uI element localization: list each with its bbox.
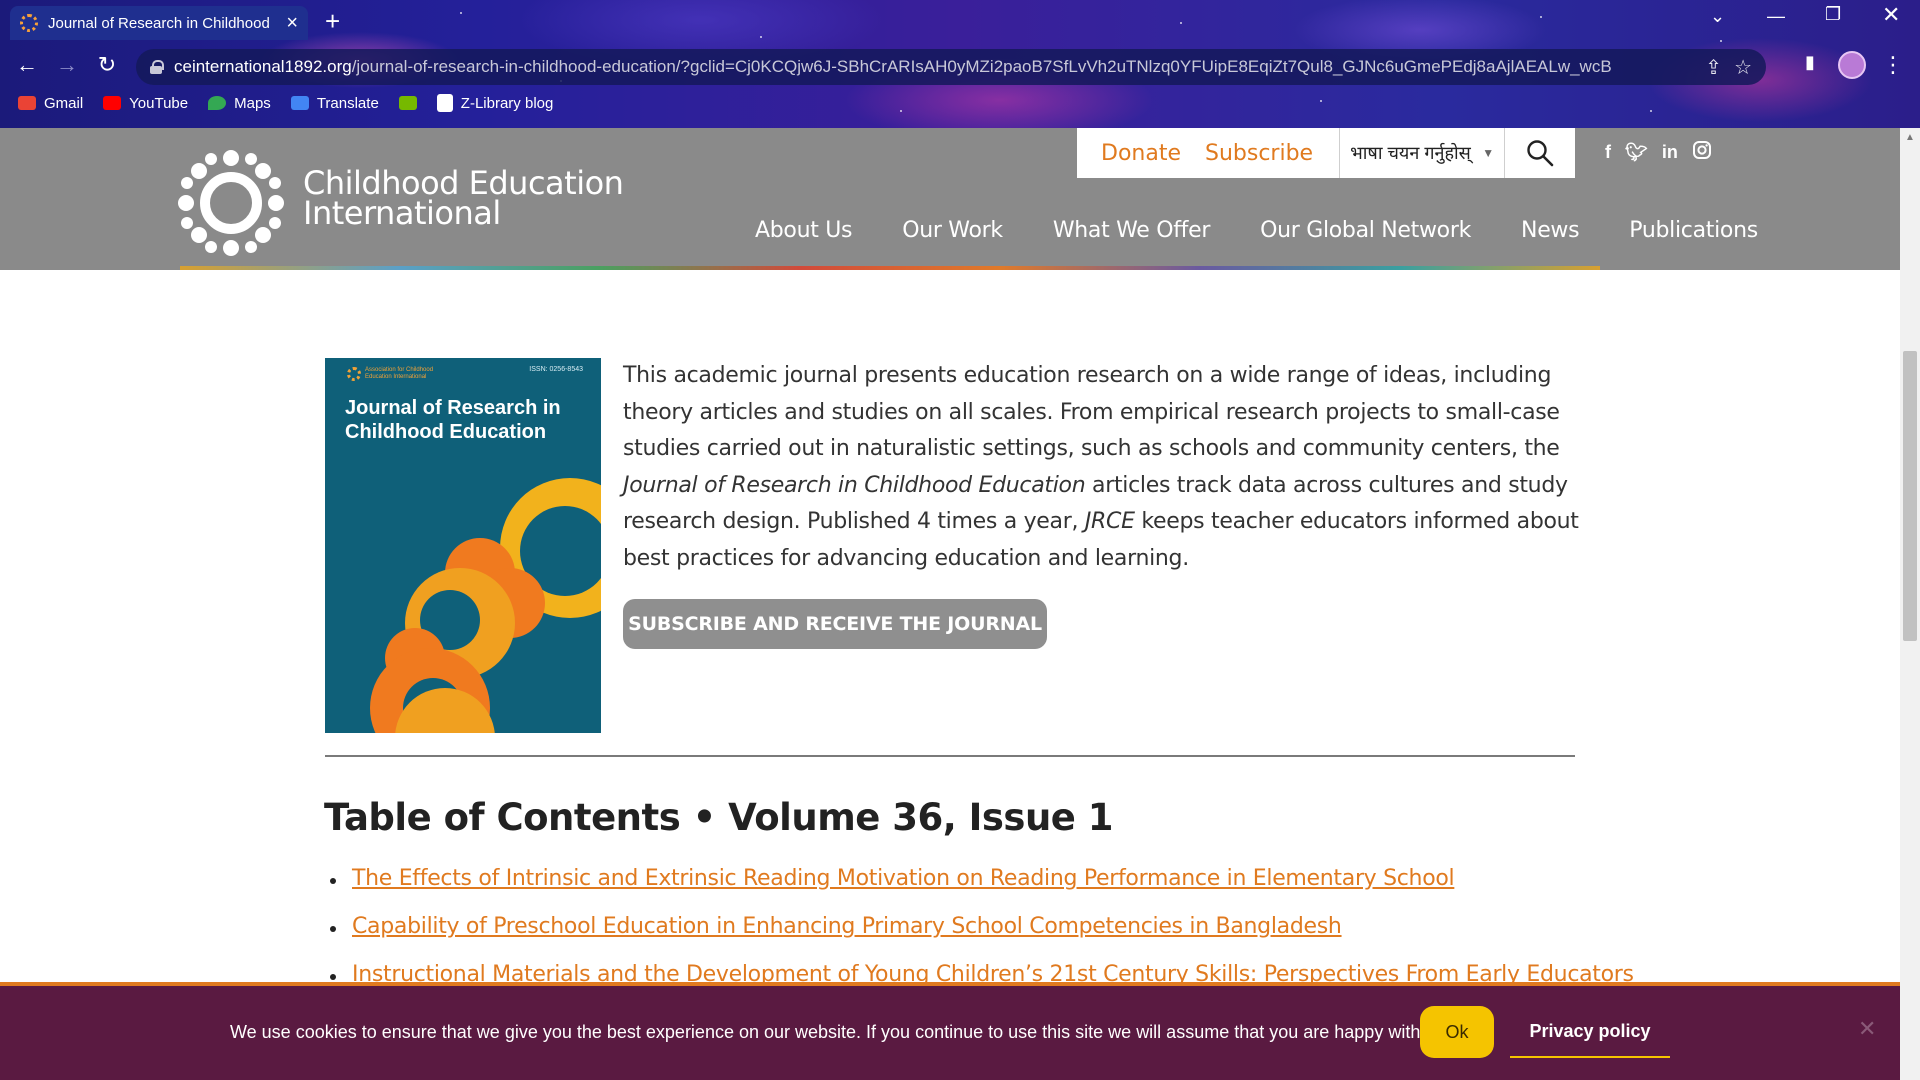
restore-icon[interactable]: ❐ [1825, 4, 1841, 25]
list-item: Capability of Preschool Education in Enh… [330, 914, 1634, 962]
lock-icon [150, 60, 164, 74]
reload-icon[interactable]: ↻ [92, 52, 122, 78]
cover-title: Journal of Research in Childhood Educati… [345, 397, 561, 443]
close-window-icon[interactable]: ✕ [1882, 2, 1900, 28]
subscribe-link[interactable]: Subscribe [1193, 128, 1325, 178]
nav-what-we-offer[interactable]: What We Offer [1053, 218, 1211, 243]
cookie-ok-button[interactable]: Ok [1420, 1006, 1494, 1058]
donate-link[interactable]: Donate [1077, 128, 1193, 178]
journal-description: This academic journal presents education… [623, 363, 1579, 571]
gmail-icon [18, 96, 36, 110]
minimize-icon[interactable]: — [1767, 6, 1785, 27]
toc-article-link[interactable]: Capability of Preschool Education in Enh… [352, 914, 1342, 939]
nav-publications[interactable]: Publications [1629, 218, 1758, 243]
side-panel-icon[interactable]: ▮ [1795, 52, 1825, 73]
search-button[interactable] [1505, 128, 1575, 178]
browser-tab[interactable]: Journal of Research in Childhood × [10, 6, 308, 40]
twitter-icon[interactable]: 🐦︎ [1625, 142, 1648, 163]
nav-about-us[interactable]: About Us [755, 218, 853, 243]
close-icon[interactable]: ✕ [1858, 1016, 1876, 1042]
youtube-icon [103, 96, 122, 110]
bookmarks-bar: Gmail YouTube Maps Translate Z-Library b… [18, 94, 553, 112]
menu-kebab-icon[interactable]: ⋮ [1878, 52, 1908, 78]
nav-our-work[interactable]: Our Work [902, 218, 1003, 243]
browser-chrome: Journal of Research in Childhood × + ⌄ —… [0, 0, 1920, 128]
bookmark-translate[interactable]: Translate [290, 95, 379, 112]
maps-icon [208, 96, 227, 110]
facebook-icon[interactable]: f [1605, 142, 1611, 163]
dropdown-caret-icon: ▼ [1482, 146, 1495, 160]
nav-our-global-network[interactable]: Our Global Network [1260, 218, 1471, 243]
instagram-icon[interactable] [1692, 140, 1712, 165]
cei-logo-icon[interactable] [178, 150, 284, 256]
scrollbar-thumb[interactable] [1903, 351, 1917, 641]
linkedin-icon[interactable]: in [1662, 142, 1678, 163]
scroll-up-icon[interactable]: ▲ [1904, 132, 1916, 143]
bookmark-star-icon[interactable]: ☆ [1734, 55, 1752, 80]
translate-icon [290, 96, 309, 110]
bookmark-zlibrary[interactable]: Z-Library blog [436, 94, 553, 112]
search-icon [1527, 140, 1554, 167]
utility-bar: Donate Subscribe भाषा चयन गर्नुहोस् ▼ [1077, 128, 1575, 178]
site-favicon-icon [20, 14, 38, 32]
brand-name[interactable]: Childhood Education International [303, 167, 624, 229]
cover-issn: ISSN: 0256-8543 [529, 366, 583, 373]
tab-close-icon[interactable]: × [286, 13, 298, 33]
address-bar[interactable]: ceinternational1892.org/journal-of-resea… [136, 49, 1766, 85]
privacy-policy-button[interactable]: Privacy policy [1510, 1006, 1670, 1058]
tab-search-icon[interactable]: ⌄ [1710, 6, 1725, 27]
subscribe-journal-button[interactable]: SUBSCRIBE AND RECEIVE THE JOURNAL [623, 599, 1047, 649]
bookmark-youtube[interactable]: YouTube [103, 95, 188, 112]
page-scrollbar[interactable]: ▲ [1900, 128, 1920, 1080]
toc-heading: Table of Contents • Volume 36, Issue 1 [324, 796, 1114, 839]
nvidia-icon [398, 96, 417, 110]
header-color-strip [0, 266, 1900, 270]
cookie-banner: We use cookies to ensure that we give yo… [0, 982, 1900, 1080]
share-icon[interactable]: ⇪ [1705, 55, 1722, 80]
tab-title: Journal of Research in Childhood [48, 14, 270, 32]
section-divider [325, 755, 1575, 757]
bookmark-nvidia[interactable] [398, 96, 417, 110]
cover-publisher-logo: Association for Childhood Education Inte… [347, 367, 435, 381]
language-select[interactable]: भाषा चयन गर्नुहोस् ▼ [1339, 128, 1506, 178]
forward-icon[interactable]: → [52, 52, 82, 78]
cookie-text: We use cookies to ensure that we give yo… [230, 1022, 1440, 1042]
journal-cover-image: Association for Childhood Education Inte… [325, 358, 601, 733]
back-icon[interactable]: ← [12, 52, 42, 78]
list-item: The Effects of Intrinsic and Extrinsic R… [330, 866, 1634, 914]
profile-avatar[interactable] [1838, 51, 1866, 79]
zlibrary-icon [436, 94, 453, 112]
bookmark-maps[interactable]: Maps [208, 95, 271, 112]
address-row: ← → ↻ ceinternational1892.org/journal-of… [0, 46, 1920, 86]
social-links: f 🐦︎ in [1605, 140, 1712, 165]
main-nav: About Us Our Work What We Offer Our Glob… [755, 218, 1758, 243]
new-tab-icon[interactable]: + [325, 8, 340, 34]
url-text[interactable]: ceinternational1892.org/journal-of-resea… [174, 57, 1693, 77]
bookmark-gmail[interactable]: Gmail [18, 95, 83, 112]
nav-news[interactable]: News [1521, 218, 1580, 243]
toc-article-link[interactable]: The Effects of Intrinsic and Extrinsic R… [352, 866, 1455, 891]
